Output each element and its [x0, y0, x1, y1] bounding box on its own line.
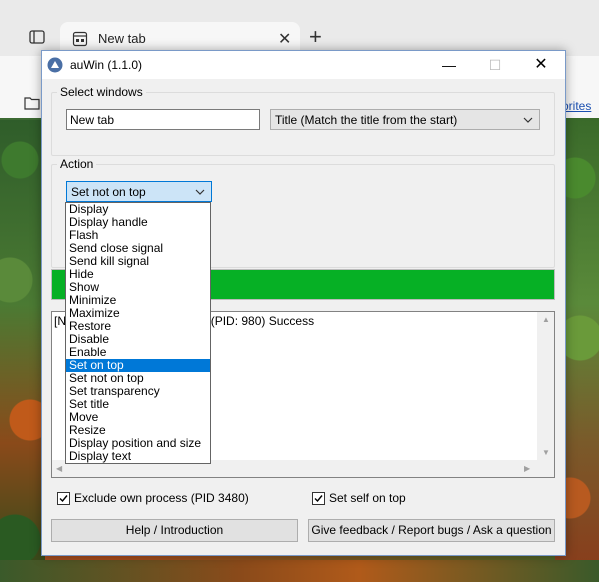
- select-windows-label: Select windows: [57, 85, 146, 99]
- set-self-on-top-option[interactable]: Set self on top: [312, 491, 406, 505]
- scroll-left-icon[interactable]: ◀: [56, 464, 62, 473]
- folder-icon[interactable]: [24, 96, 40, 110]
- tab-actions-icon[interactable]: [28, 28, 46, 46]
- set-self-on-top-label: Set self on top: [329, 491, 406, 505]
- exclude-own-process-checkbox[interactable]: [57, 491, 70, 505]
- action-dropdown-list[interactable]: Display Display handle Flash Send close sig…: [65, 202, 211, 464]
- action-selected-value: Set not on top: [71, 185, 146, 199]
- browser-tab-close-icon[interactable]: ✕: [278, 29, 291, 49]
- action-select[interactable]: Set not on top: [66, 181, 212, 202]
- match-mode-value: Title (Match the title from the start): [275, 113, 458, 127]
- scroll-down-icon[interactable]: ▼: [542, 448, 550, 457]
- app-logo-icon: [47, 57, 63, 73]
- action-label: Action: [57, 157, 97, 171]
- action-option[interactable]: Display text: [66, 450, 210, 463]
- feedback-button[interactable]: Give feedback / Report bugs / Ask a ques…: [308, 519, 555, 542]
- exclude-own-process-option[interactable]: Exclude own process (PID 3480): [57, 491, 249, 505]
- window-title-input[interactable]: New tab: [66, 109, 260, 130]
- scroll-corner: [537, 460, 554, 477]
- minimize-button[interactable]: —: [426, 51, 472, 79]
- set-self-on-top-checkbox[interactable]: [312, 491, 325, 505]
- browser-tabstrip: New tab ✕ +: [0, 0, 599, 56]
- help-introduction-button[interactable]: Help / Introduction: [51, 519, 298, 542]
- match-mode-select[interactable]: Title (Match the title from the start): [270, 109, 540, 130]
- new-tab-page-icon: [72, 31, 88, 47]
- exclude-own-process-label: Exclude own process (PID 3480): [74, 491, 249, 505]
- vertical-scrollbar[interactable]: ▲ ▼: [537, 312, 554, 461]
- chevron-down-icon: [195, 186, 205, 196]
- window-title: auWin (1.1.0): [70, 58, 143, 72]
- maximize-button[interactable]: ☐: [472, 51, 518, 79]
- scroll-up-icon[interactable]: ▲: [542, 315, 550, 324]
- close-button[interactable]: ✕: [518, 51, 564, 79]
- new-tab-button[interactable]: +: [309, 26, 322, 48]
- desktop-wallpaper-left: [0, 120, 45, 582]
- browser-tab-title: New tab: [98, 31, 146, 46]
- scroll-right-icon[interactable]: ▶: [524, 464, 530, 473]
- chevron-down-icon: [523, 114, 533, 124]
- desktop-wallpaper-bottom: [0, 560, 599, 582]
- title-bar[interactable]: auWin (1.1.0) — ☐ ✕: [42, 51, 565, 79]
